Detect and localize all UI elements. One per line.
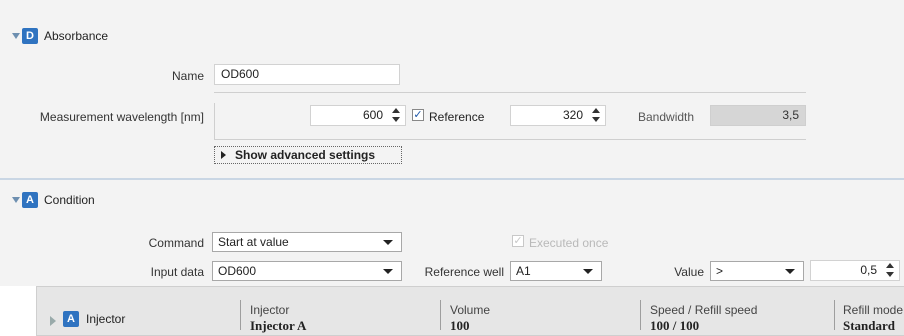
input-data-label: Input data [150, 265, 204, 279]
chevron-down-icon [583, 269, 593, 274]
column-separator [640, 300, 641, 330]
bandwidth-field: 3,5 [710, 105, 806, 126]
input-data-value: OD600 [218, 264, 257, 278]
divider [214, 139, 806, 140]
speed-column-label: Speed / Refill speed [650, 303, 758, 317]
collapse-absorbance-icon[interactable] [12, 33, 20, 39]
spin-arrows-icon[interactable] [392, 108, 400, 122]
collapse-condition-icon[interactable] [12, 197, 20, 203]
injector-column-label: Injector [250, 303, 290, 317]
reference-checkbox[interactable]: ✓ [412, 109, 424, 121]
wavelength-stepper[interactable]: 600 [310, 105, 406, 126]
advanced-settings-label: Show advanced settings [235, 148, 376, 162]
name-input[interactable]: OD600 [214, 64, 400, 85]
volume-column-value: 100 [450, 318, 470, 333]
expand-injector-icon[interactable] [50, 316, 56, 326]
column-separator [834, 300, 835, 330]
injector-title: Injector [86, 312, 126, 326]
wavelength-value: 600 [362, 108, 383, 122]
wavelength-label: Measurement wavelength [nm] [39, 110, 204, 124]
divider [214, 92, 806, 93]
spin-arrows-icon[interactable] [886, 263, 894, 277]
executed-once-label: Executed once [529, 236, 609, 250]
show-advanced-settings-button[interactable]: Show advanced settings [214, 146, 402, 164]
value-stepper[interactable]: 0,5 [810, 260, 900, 281]
reference-well-dropdown[interactable]: A1 [510, 261, 602, 281]
chevron-down-icon [383, 240, 393, 245]
expand-arrow-icon [221, 151, 226, 159]
command-label: Command [148, 236, 204, 250]
value-operator: > [716, 264, 724, 278]
column-separator [440, 300, 441, 330]
name-label: Name [171, 69, 204, 83]
condition-badge: A [22, 192, 38, 208]
value-operator-dropdown[interactable]: > [710, 261, 804, 281]
input-data-dropdown[interactable]: OD600 [212, 261, 402, 281]
column-separator [240, 300, 241, 330]
refill-mode-column-label: Refill mode [843, 303, 904, 317]
volume-column-label: Volume [450, 303, 491, 317]
speed-column-value: 100 / 100 [650, 318, 700, 333]
reference-well-label: Reference well [424, 265, 504, 279]
chevron-down-icon [383, 269, 393, 274]
reference-well-value: A1 [516, 264, 531, 278]
chevron-down-icon [785, 269, 795, 274]
refill-mode-column-value: Standard [843, 318, 896, 333]
spin-arrows-icon[interactable] [592, 108, 600, 122]
value-number: 0,5 [860, 263, 877, 277]
reference-stepper[interactable]: 320 [510, 105, 606, 126]
executed-once-checkbox: ✓ [512, 235, 524, 247]
reference-value: 320 [562, 108, 583, 122]
injector-badge: A [63, 311, 79, 327]
absorbance-title: Absorbance [44, 29, 109, 43]
condition-title: Condition [44, 193, 95, 207]
divider [214, 103, 215, 139]
injector-column-value: Injector A [250, 318, 307, 333]
absorbance-panel [0, 0, 904, 178]
command-dropdown[interactable]: Start at value [212, 232, 402, 252]
value-label: Value [674, 265, 704, 279]
reference-label: Reference [429, 110, 485, 124]
bandwidth-label: Bandwidth [638, 110, 695, 124]
absorbance-badge: D [22, 28, 38, 44]
command-value: Start at value [218, 235, 289, 249]
